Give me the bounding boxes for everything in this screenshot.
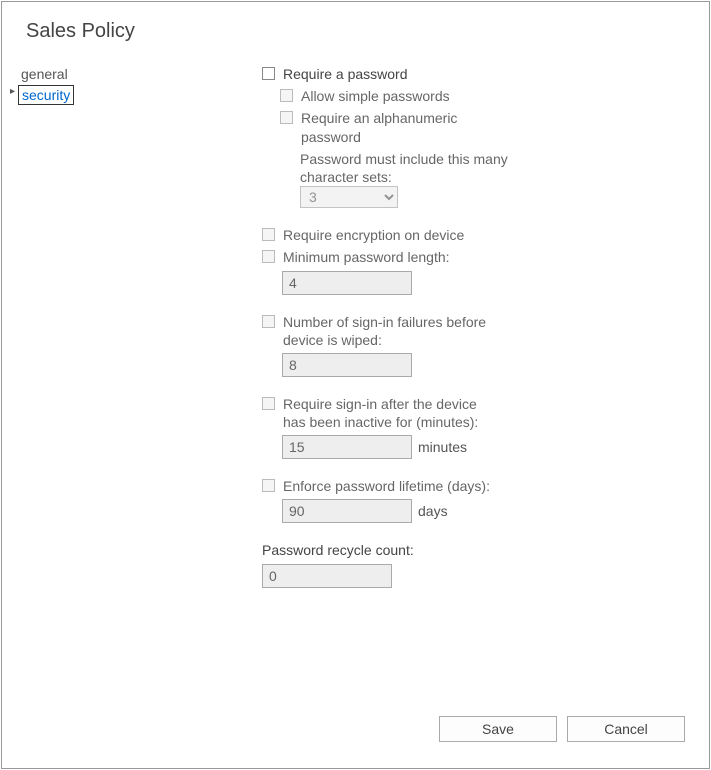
save-button[interactable]: Save [439,716,557,742]
sidebar: general ▸ security [2,65,92,588]
min-length-input[interactable] [282,271,412,295]
page-title: Sales Policy [26,20,709,43]
inactive-input[interactable] [282,435,412,459]
charset-select[interactable]: 3 [300,186,398,208]
cancel-button[interactable]: Cancel [567,716,685,742]
main-form: Require a password Allow simple password… [92,65,709,588]
dialog-panel: Sales Policy general ▸ security Require … [1,1,710,769]
failures-input[interactable] [282,353,412,377]
button-bar: Save Cancel [439,716,685,742]
recycle-label: Password recycle count: [262,541,679,559]
nav-security[interactable]: security [18,85,74,105]
inactive-checkbox[interactable] [262,397,275,410]
require-alnum-checkbox[interactable] [280,111,293,124]
require-encryption-label: Require encryption on device [283,226,464,244]
caret-right-icon: ▸ [10,87,15,97]
lifetime-input[interactable] [282,499,412,523]
require-encryption-checkbox[interactable] [262,228,275,241]
lifetime-label: Enforce password lifetime (days): [283,477,490,495]
min-length-label: Minimum password length: [283,248,450,266]
require-alnum-label: Require an alphanumeric password [301,109,510,145]
require-password-row: Require a password [262,65,679,83]
require-password-checkbox[interactable] [262,67,275,80]
nav-general[interactable]: general [18,65,82,83]
lifetime-unit: days [418,503,448,519]
charset-desc: Password must include this many characte… [300,150,510,186]
content: general ▸ security Require a password Al… [2,65,709,588]
require-password-label: Require a password [283,65,408,83]
allow-simple-label: Allow simple passwords [301,87,450,105]
lifetime-checkbox[interactable] [262,479,275,492]
allow-simple-checkbox[interactable] [280,89,293,102]
failures-label: Number of sign-in failures before device… [283,313,502,349]
min-length-checkbox[interactable] [262,250,275,263]
inactive-unit: minutes [418,439,467,455]
inactive-label: Require sign-in after the device has bee… [283,395,502,431]
recycle-input[interactable] [262,564,392,588]
failures-checkbox[interactable] [262,315,275,328]
